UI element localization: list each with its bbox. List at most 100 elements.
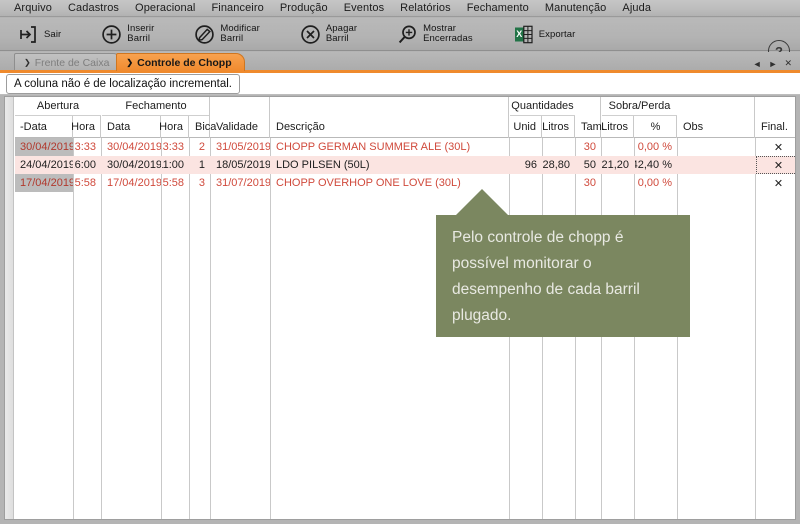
cell-tam[interactable]: 30 — [576, 174, 601, 192]
tab-controle-de-chopp-label: Controle de Chopp — [137, 56, 232, 69]
x-circle-icon — [300, 24, 321, 45]
cell-abertura-hora[interactable]: 15:58 — [74, 174, 101, 192]
cell-validade[interactable]: 31/05/2019 — [211, 138, 270, 156]
cell-obs[interactable] — [678, 156, 755, 174]
cell-fechamento-hora[interactable]: 11:00 — [162, 156, 189, 174]
tab-controle-de-chopp[interactable]: ❯ Controle de Chopp — [116, 53, 245, 71]
cell-sobra-percent[interactable]: 42,40 % — [635, 156, 677, 174]
group-header-quantidades: Quantidades — [510, 97, 575, 116]
sair-button[interactable]: Sair — [10, 19, 71, 50]
column-header-litros[interactable]: Litros — [542, 116, 575, 138]
column-header-unid[interactable]: Unid — [510, 116, 542, 138]
callout-pointer-icon — [456, 189, 508, 215]
cell-obs[interactable] — [678, 174, 755, 192]
cell-unid[interactable] — [510, 174, 542, 192]
tab-next-icon[interactable]: ► — [769, 59, 778, 69]
cell-obs[interactable] — [678, 138, 755, 156]
cell-sobra-litros[interactable] — [602, 138, 634, 156]
window-bottom-edge — [0, 520, 800, 524]
column-header-validade[interactable]: Validade — [211, 97, 270, 138]
exportar-button-label: Exportar — [538, 28, 576, 40]
cell-sobra-percent[interactable]: 0,00 % — [635, 138, 677, 156]
cell-final-delete-button[interactable]: ✕ — [756, 138, 795, 156]
column-header-sobra-percent[interactable]: % — [635, 116, 677, 138]
cell-fechamento-data[interactable]: 17/04/2019 — [102, 174, 161, 192]
chevron-right-icon: ❯ — [24, 58, 31, 67]
cell-litros[interactable] — [543, 174, 575, 192]
column-header-abertura-data[interactable]: -Data — [15, 116, 73, 138]
tab-frente-de-caixa[interactable]: ❯ Frente de Caixa — [14, 53, 123, 71]
table-row[interactable]: 30/04/2019 13:33 30/04/2019 13:33 2 31/0… — [15, 138, 795, 156]
column-header-final[interactable]: Final. — [756, 97, 795, 138]
row-gutter — [5, 97, 14, 519]
cell-bica[interactable]: 2 — [190, 138, 210, 156]
tab-close-icon[interactable]: ✕ — [784, 58, 792, 69]
cell-fechamento-data[interactable]: 30/04/2019 — [102, 138, 161, 156]
menu-item-cadastros[interactable]: Cadastros — [60, 1, 127, 16]
cell-validade[interactable]: 18/05/2019 — [211, 156, 270, 174]
cell-tam[interactable]: 50 — [576, 156, 601, 174]
menu-item-manutencao[interactable]: Manutenção — [537, 1, 615, 16]
cell-descricao[interactable]: CHOPP GERMAN SUMMER ALE (30L) — [271, 138, 509, 156]
cell-sobra-litros[interactable] — [602, 174, 634, 192]
column-header-descricao[interactable]: Descrição — [271, 97, 509, 138]
menu-item-fechamento[interactable]: Fechamento — [459, 1, 537, 16]
inserir-barril-button[interactable]: Inserir Barril — [93, 19, 164, 50]
mostrar-encerradas-button-label: Mostrar Encerradas — [423, 22, 473, 44]
zoom-in-icon — [397, 24, 418, 45]
cell-fechamento-data[interactable]: 30/04/2019 — [102, 156, 161, 174]
chevron-right-icon-active: ❯ — [126, 58, 134, 67]
cell-abertura-data[interactable]: 30/04/2019 — [15, 138, 73, 156]
tab-prev-icon[interactable]: ◄ — [753, 59, 762, 69]
application-window: Arquivo Cadastros Operacional Financeiro… — [0, 0, 800, 524]
column-header-obs[interactable]: Obs — [678, 97, 755, 138]
inserir-barril-button-label: Inserir Barril — [127, 22, 155, 44]
modificar-barril-button[interactable]: Modificar Barril — [186, 19, 269, 50]
cell-sobra-percent[interactable]: 0,00 % — [635, 174, 677, 192]
cell-abertura-data[interactable]: 17/04/2019 — [15, 174, 73, 192]
menu-bar: Arquivo Cadastros Operacional Financeiro… — [0, 0, 800, 17]
cell-final-delete-button[interactable]: ✕ — [756, 156, 795, 174]
exportar-button[interactable]: X Exportar — [505, 19, 586, 50]
table-row[interactable]: 24/04/2019 16:00 30/04/2019 11:00 1 18/0… — [15, 156, 795, 174]
group-header-abertura: Abertura — [15, 97, 101, 116]
menu-item-eventos[interactable]: Eventos — [336, 1, 392, 16]
menu-item-arquivo[interactable]: Arquivo — [6, 1, 60, 16]
cell-descricao[interactable]: LDO PILSEN (50L) — [271, 156, 509, 174]
cell-final-delete-button[interactable]: ✕ — [756, 174, 795, 192]
column-header-sobra-litros[interactable]: Litros — [601, 116, 634, 138]
cell-abertura-data[interactable]: 24/04/2019 — [15, 156, 73, 174]
column-header-fechamento-hora[interactable]: Hora — [159, 116, 189, 138]
column-header-fechamento-data[interactable]: Data — [102, 116, 161, 138]
cell-fechamento-hora[interactable]: 13:33 — [162, 138, 189, 156]
column-header-bica[interactable]: Bica — [190, 97, 216, 138]
column-header-abertura-hora[interactable]: Hora — [71, 116, 101, 138]
menu-item-relatorios[interactable]: Relatórios — [392, 1, 459, 16]
table-row[interactable]: 17/04/2019 15:58 17/04/2019 15:58 3 31/0… — [15, 174, 795, 192]
menu-item-financeiro[interactable]: Financeiro — [203, 1, 271, 16]
cell-bica[interactable]: 1 — [190, 156, 210, 174]
menu-item-operacional[interactable]: Operacional — [127, 1, 203, 16]
mostrar-encerradas-button[interactable]: Mostrar Encerradas — [389, 19, 483, 50]
cell-unid[interactable] — [510, 138, 542, 156]
cell-validade[interactable]: 31/07/2019 — [211, 174, 270, 192]
grid-header: Abertura Fechamento Quantidades Sobra/Pe… — [15, 97, 795, 138]
tab-frente-de-caixa-label: Frente de Caixa — [34, 56, 110, 69]
menu-item-ajuda[interactable]: Ajuda — [614, 1, 659, 16]
cell-tam[interactable]: 30 — [576, 138, 601, 156]
cell-unid[interactable]: 96 — [510, 156, 542, 174]
column-header-tam[interactable]: Tam. — [576, 97, 605, 138]
cell-abertura-hora[interactable]: 13:33 — [74, 138, 101, 156]
annotation-callout-text: Pelo controle de chopp é possível monito… — [452, 229, 640, 324]
cell-bica[interactable]: 3 — [190, 174, 210, 192]
cell-fechamento-hora[interactable]: 15:58 — [162, 174, 189, 192]
cell-abertura-hora[interactable]: 16:00 — [74, 156, 101, 174]
cell-litros[interactable]: 28,80 — [543, 156, 575, 174]
cell-litros[interactable] — [543, 138, 575, 156]
cell-sobra-litros[interactable]: 21,20 — [602, 156, 634, 174]
svg-text:X: X — [516, 29, 522, 39]
apagar-barril-button[interactable]: Apagar Barril — [292, 19, 367, 50]
menu-item-producao[interactable]: Produção — [272, 1, 336, 16]
message-bar: A coluna não é de localização incrementa… — [0, 73, 800, 95]
edit-circle-icon — [194, 24, 215, 45]
